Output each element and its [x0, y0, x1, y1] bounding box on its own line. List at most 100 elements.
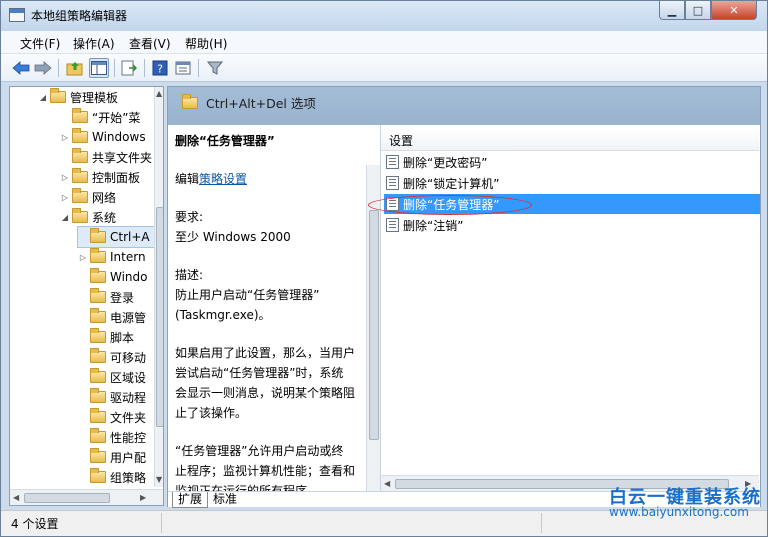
main-window: 本地组策略编辑器 ▁ □ ✕ 文件(F) 操作(A) 查看(V) 帮助(H) ?…: [0, 0, 768, 537]
tree-item-group-policy[interactable]: 组策略: [78, 467, 146, 487]
minimize-button[interactable]: ▁: [659, 1, 685, 20]
tree-item-ctrl-alt-del[interactable]: Ctrl+A: [77, 226, 155, 248]
status-divider: [541, 513, 542, 533]
column-header[interactable]: 设置: [381, 129, 759, 151]
highlight-annotation: [368, 195, 532, 215]
console-tree-icon[interactable]: [89, 58, 109, 78]
folder-icon: [90, 308, 106, 323]
up-folder-icon[interactable]: [65, 58, 85, 78]
pane-header: Ctrl+Alt+Del 选项: [168, 87, 760, 125]
tree-item-start-menu[interactable]: “开始”菜: [60, 107, 140, 127]
folder-icon: [72, 108, 88, 123]
list-item[interactable]: 删除“锁定计算机”: [384, 173, 760, 193]
watermark-url: www.baiyunxitong.com: [609, 505, 749, 519]
tree-item-user-profile[interactable]: 用户配: [78, 447, 146, 467]
tree-item-removable[interactable]: 可移动: [78, 347, 146, 367]
folder-icon: [90, 448, 106, 463]
console-tree: ◢ 管理模板 “开始”菜 ▷ Windows 共享文件夹 ▷ 控制面板 ▷ 网络 ◢ 系统…: [9, 86, 164, 506]
tree-item-folder-redirect[interactable]: 文件夹: [78, 407, 146, 427]
scrollbar-thumb[interactable]: [156, 207, 163, 427]
requirements-label: 要求:: [175, 210, 204, 224]
tree-item-driver[interactable]: 驱动程: [78, 387, 146, 407]
expand-arrow-icon[interactable]: ▷: [60, 193, 70, 202]
description-text: 防止用户启动“任务管理器”: [175, 288, 320, 302]
folder-icon: [90, 288, 106, 303]
folder-icon: [90, 368, 106, 383]
edit-line: 编辑策略设置: [175, 172, 248, 186]
tab-standard[interactable]: 标准: [208, 492, 242, 508]
back-arrow-icon[interactable]: [11, 58, 31, 78]
list-item[interactable]: 删除“注销”: [384, 215, 760, 235]
description-text: 如果启用了此设置，那么，当用户: [175, 346, 356, 360]
folder-icon: [90, 268, 106, 283]
menu-view[interactable]: 查看(V): [129, 35, 171, 52]
tab-extended[interactable]: 扩展: [172, 492, 209, 508]
collapse-arrow-icon[interactable]: ◢: [38, 93, 48, 102]
description-scrollbar[interactable]: [366, 165, 380, 493]
folder-icon: [72, 208, 88, 223]
export-list-icon[interactable]: [119, 58, 139, 78]
app-icon: [9, 8, 25, 22]
tree-horizontal-scrollbar[interactable]: ◀ ▶: [10, 489, 163, 505]
toolbar-separator: [58, 59, 59, 77]
menu-help[interactable]: 帮助(H): [185, 35, 227, 52]
description-text: 止了该操作。: [175, 406, 248, 420]
policy-settings-link[interactable]: 策略设置: [199, 172, 247, 186]
description-panel: 删除“任务管理器” 编辑策略设置 要求: 至少 Windows 2000 描述:…: [168, 125, 380, 493]
toolbar-separator: [198, 59, 199, 77]
description-text: 止程序；监视计算机性能；查看和: [175, 464, 356, 478]
tree-item-windows-components[interactable]: ▷ Windows: [60, 127, 146, 147]
tree-item-logon[interactable]: 登录: [78, 287, 134, 307]
filter-icon[interactable]: [205, 58, 225, 78]
scroll-up-icon[interactable]: ▲: [156, 89, 162, 98]
collapse-arrow-icon[interactable]: ◢: [60, 213, 70, 222]
scrollbar-thumb[interactable]: [24, 493, 110, 503]
tree-item-power[interactable]: 电源管: [78, 307, 146, 327]
tree-item-shared-folders[interactable]: 共享文件夹: [60, 147, 152, 167]
properties-icon[interactable]: [173, 58, 193, 78]
setting-title: 删除“任务管理器”: [175, 134, 275, 148]
expand-arrow-icon[interactable]: ▷: [60, 173, 70, 182]
tree-item-control-panel[interactable]: ▷ 控制面板: [60, 167, 140, 187]
expand-arrow-icon[interactable]: ▷: [60, 133, 70, 142]
tree-item-network[interactable]: ▷ 网络: [60, 187, 116, 207]
details-pane: Ctrl+Alt+Del 选项 删除“任务管理器” 编辑策略设置 要求: 至少 …: [167, 86, 761, 508]
status-divider: [161, 513, 162, 533]
policy-setting-icon: [386, 218, 399, 232]
description-label: 描述:: [175, 268, 204, 282]
scroll-down-icon[interactable]: ▼: [156, 475, 162, 484]
tree-item-performance[interactable]: 性能控: [78, 427, 146, 447]
tree-vertical-scrollbar[interactable]: ▲ ▼: [154, 87, 163, 487]
folder-icon: [90, 348, 106, 363]
toolbar-separator: [144, 59, 145, 77]
status-text: 4 个设置: [11, 517, 59, 531]
tree-item-scripts[interactable]: 脚本: [78, 327, 134, 347]
menu-file[interactable]: 文件(F): [20, 35, 60, 52]
description-text: 会显示一则消息，说明某个策略阻: [175, 386, 356, 400]
scroll-left-icon[interactable]: ◀: [13, 493, 19, 502]
folder-icon: [72, 128, 88, 143]
folder-icon: [90, 428, 106, 443]
scroll-right-icon[interactable]: ▶: [140, 493, 146, 502]
toolbar-separator: [114, 59, 115, 77]
folder-icon: [90, 328, 106, 343]
tree-item-locale[interactable]: 区域设: [78, 367, 146, 387]
svg-text:?: ?: [157, 63, 163, 76]
tree-item-windows-file[interactable]: Windo: [78, 267, 148, 287]
tree-item-internet-comm[interactable]: ▷ Intern: [78, 247, 146, 267]
tree-item-admin-templates[interactable]: ◢ 管理模板: [38, 87, 118, 107]
tree-item-system[interactable]: ◢ 系统: [60, 207, 116, 227]
title-bar[interactable]: 本地组策略编辑器 ▁ □ ✕: [1, 1, 767, 31]
list-item[interactable]: 删除“更改密码”: [384, 152, 760, 172]
forward-arrow-icon[interactable]: [33, 58, 53, 78]
maximize-button[interactable]: □: [685, 1, 711, 20]
folder-icon: [72, 188, 88, 203]
help-icon[interactable]: ?: [150, 58, 170, 78]
scroll-left-icon[interactable]: ◀: [384, 479, 390, 488]
description-text: 尝试启动“任务管理器”时，系统: [175, 366, 344, 380]
expand-arrow-icon[interactable]: ▷: [78, 253, 88, 262]
menu-action[interactable]: 操作(A): [73, 35, 115, 52]
description-text: (Taskmgr.exe)。: [175, 308, 271, 322]
close-button[interactable]: ✕: [711, 1, 757, 20]
scrollbar-thumb[interactable]: [369, 210, 379, 440]
